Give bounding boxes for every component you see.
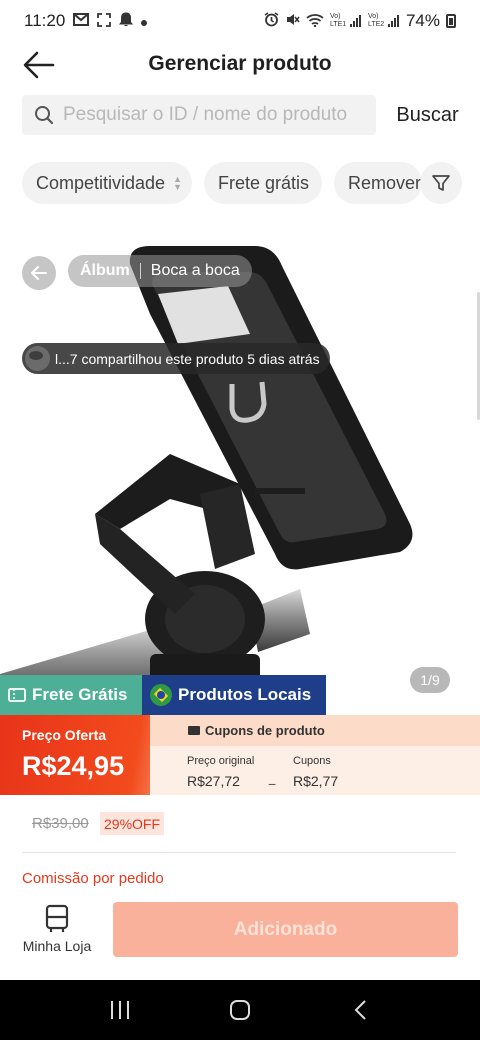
arrow-left-icon [23, 51, 55, 79]
local-products-badge: Produtos Locais [142, 675, 326, 715]
coupon-value: R$2,77 [293, 773, 339, 789]
product-gallery[interactable]: Álbum Boca a boca l...7 compartilhou est… [0, 224, 480, 714]
chip-label: Competitividade [36, 172, 166, 193]
my-store-button[interactable]: Minha Loja [18, 904, 96, 962]
image-counter: 1/9 [410, 667, 450, 693]
chip-label: Remover [348, 172, 422, 193]
lte2-label: Vo) LTE2 [367, 13, 385, 28]
battery-percent: 74% [405, 11, 440, 30]
recent-apps-icon [111, 1001, 129, 1019]
divider [22, 852, 456, 853]
mute-icon [285, 12, 300, 30]
coupon-value-col: Cupons R$2,77 [293, 755, 338, 789]
original-price-label: Preço original [187, 755, 255, 767]
search-icon [35, 106, 54, 125]
minus-icon: − [268, 776, 277, 792]
discount-badge: 29%OFF [100, 812, 165, 835]
badge-row: Frete Grátis Produtos Locais [0, 675, 326, 715]
coupon-box: Cupons de produto Preço original R$27,72… [150, 715, 480, 795]
sort-icon: ▲ ▼ [173, 174, 182, 192]
screenshot-icon [97, 12, 112, 30]
store-icon [45, 904, 69, 932]
gallery-back-button[interactable] [22, 256, 56, 290]
chip-label: Frete grátis [218, 172, 310, 193]
tab-album[interactable]: Álbum [80, 262, 130, 280]
share-text: l...7 compartilhou este produto 5 dias a… [55, 350, 320, 367]
brazil-flag-icon [150, 684, 172, 706]
ticket-icon [8, 688, 26, 702]
lte1-label: Vo) LTE1 [329, 13, 347, 28]
chip-frete-gratis[interactable]: Frete grátis [204, 162, 322, 204]
page-title: Gerenciar produto [148, 52, 332, 75]
chip-competitividade[interactable]: Competitividade ▲ ▼ [22, 162, 192, 204]
funnel-icon [432, 175, 450, 191]
search-button[interactable]: Buscar [390, 95, 465, 135]
original-price-col: Preço original R$27,72 [187, 755, 254, 789]
original-price-value: R$27,72 [187, 773, 240, 789]
tab-boca-a-boca[interactable]: Boca a boca [151, 262, 240, 280]
avatar [25, 346, 50, 371]
nav-back-button[interactable] [340, 990, 380, 1030]
alarm-icon [264, 12, 279, 30]
free-shipping-badge: Frete Grátis [0, 675, 142, 715]
local-products-label: Produtos Locais [178, 685, 312, 704]
bell-icon [119, 12, 134, 30]
home-icon [230, 1000, 250, 1020]
tab-divider [139, 263, 141, 279]
chip-remover[interactable]: Remover [334, 162, 422, 204]
status-time: 11:20 [24, 11, 66, 30]
coupon-title: Cupons de produto [205, 723, 325, 738]
coupon-header: Cupons de produto [150, 715, 480, 746]
dot-icon [141, 13, 148, 29]
chevron-left-icon [354, 1000, 366, 1020]
mail-icon [73, 13, 90, 29]
added-button[interactable]: Adicionado [113, 902, 458, 957]
battery-icon [446, 14, 456, 28]
coupon-ticket-icon [188, 726, 200, 735]
signal-lte2-icon: Vo) LTE2 [368, 13, 400, 29]
system-nav-bar [0, 980, 480, 1040]
back-button[interactable] [22, 48, 56, 82]
gallery-tabs: Álbum Boca a boca [68, 255, 252, 287]
my-store-label: Minha Loja [22, 938, 92, 954]
old-price: R$39,00 [32, 815, 89, 832]
wifi-icon [306, 13, 324, 30]
commission-label: Comissão por pedido [22, 870, 164, 887]
free-shipping-label: Frete Grátis [32, 685, 128, 704]
signal-lte1-icon: Vo) LTE1 [330, 13, 362, 29]
search-input[interactable] [63, 104, 363, 126]
header: Gerenciar produto [0, 42, 480, 86]
home-button[interactable] [220, 990, 260, 1030]
share-notification: l...7 compartilhou este produto 5 dias a… [22, 343, 330, 374]
product-image [0, 246, 413, 704]
status-bar: 11:20 Vo) LTE1 Vo) LTE2 74% [0, 0, 480, 42]
filter-chips: Competitividade ▲ ▼ Frete grátis Remover [22, 162, 480, 204]
search-bar [22, 95, 376, 135]
recent-apps-button[interactable] [100, 990, 140, 1030]
arrow-left-icon [31, 266, 47, 280]
coupon-value-label: Cupons [293, 755, 331, 767]
filter-button[interactable] [420, 162, 462, 204]
